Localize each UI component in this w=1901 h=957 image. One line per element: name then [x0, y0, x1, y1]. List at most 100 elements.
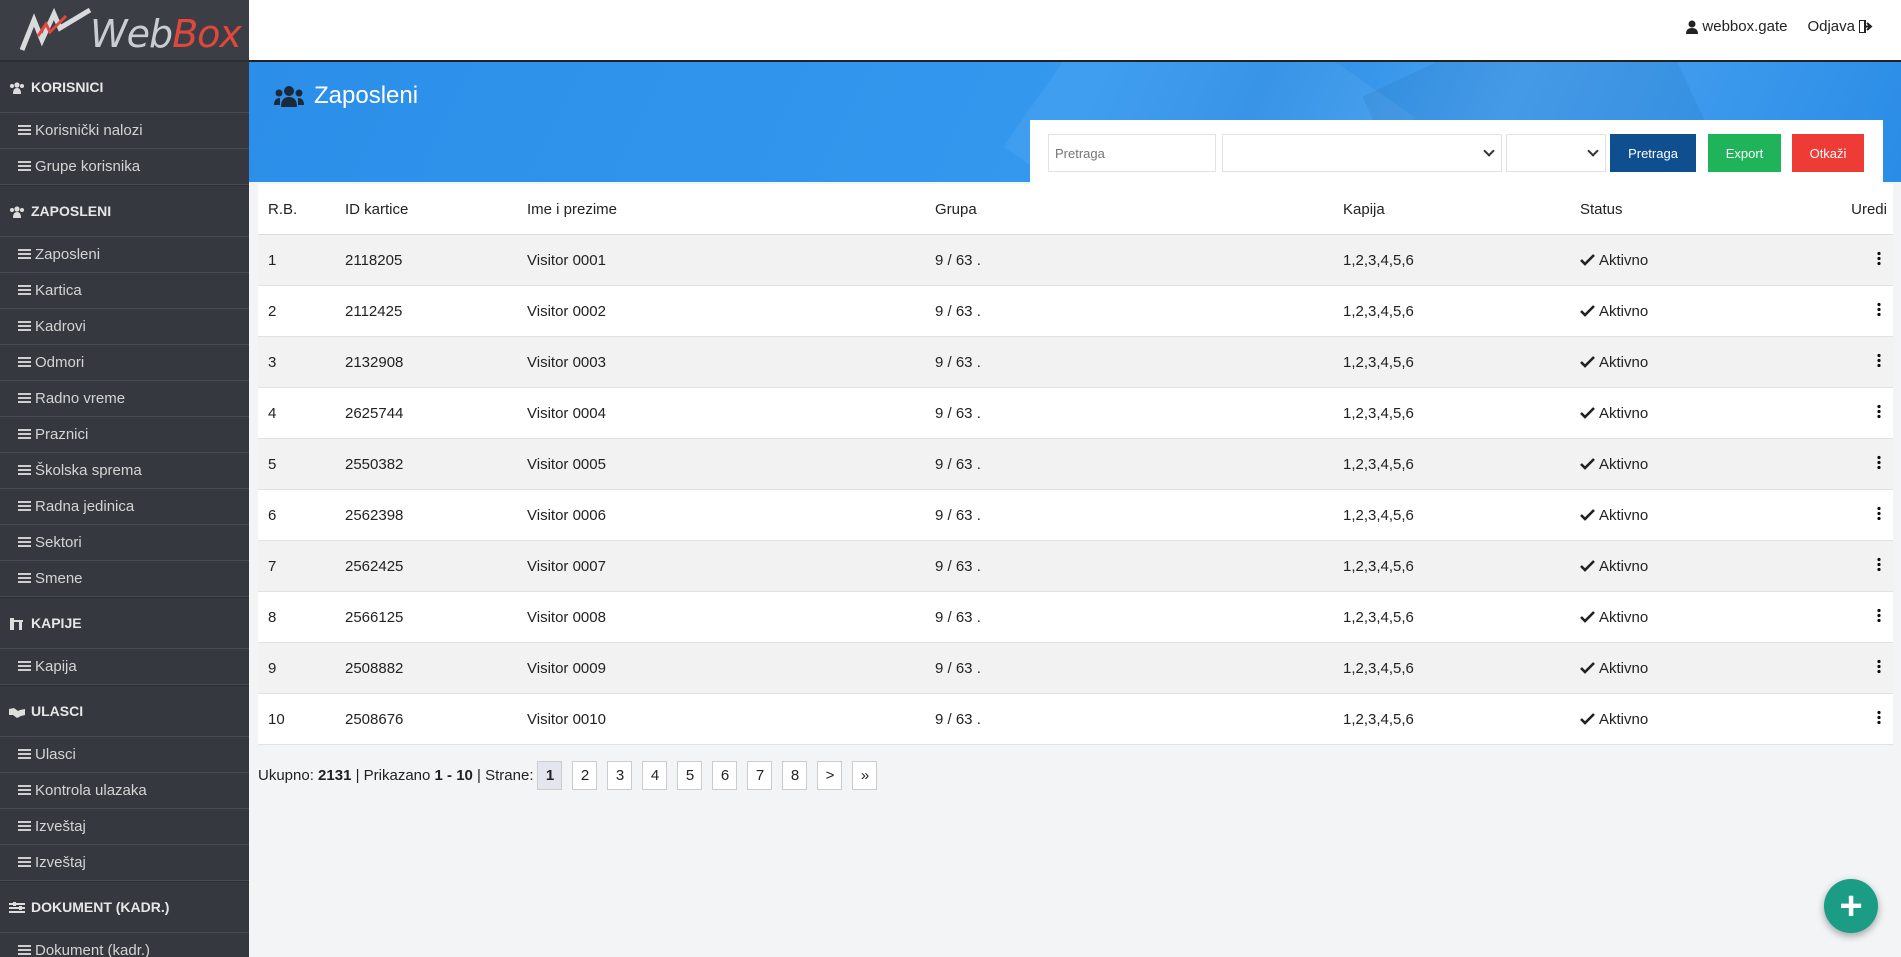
sidebar-item[interactable]: Korisnički nalozi — [0, 113, 249, 149]
logo[interactable]: WebBox — [0, 0, 249, 61]
add-employee-button[interactable]: + — [1824, 879, 1878, 933]
logout-link[interactable]: Odjava — [1807, 18, 1873, 35]
row-status: Aktivno — [1599, 353, 1649, 371]
row-status: Aktivno — [1599, 251, 1649, 269]
sidebar-item[interactable]: Sektori — [0, 525, 249, 561]
status-cell: Aktivno — [1579, 489, 1811, 541]
row-number: 3 — [258, 336, 344, 388]
more-options-icon[interactable] — [1877, 506, 1881, 520]
page-button[interactable]: 4 — [642, 761, 668, 790]
status-cell: Aktivno — [1579, 438, 1811, 490]
check-icon — [1580, 662, 1595, 674]
page-button[interactable]: 6 — [712, 761, 738, 790]
more-options-icon[interactable] — [1877, 659, 1881, 673]
sidebar-item[interactable]: Izveštaj — [0, 845, 249, 881]
page-button[interactable]: 8 — [782, 761, 808, 790]
sidebar-section-2[interactable]: KAPIJE — [0, 597, 249, 649]
row-card-id: 2625744 — [344, 387, 526, 439]
page-button[interactable]: 3 — [607, 761, 633, 790]
export-button[interactable]: Export — [1708, 134, 1781, 172]
status-cell: Aktivno — [1579, 591, 1811, 643]
sign-out-icon — [1859, 20, 1873, 33]
sidebar-item[interactable]: Kartica — [0, 273, 249, 309]
sidebar-item[interactable]: Zaposleni — [0, 237, 249, 273]
group-select[interactable] — [1222, 134, 1502, 172]
more-options-icon[interactable] — [1877, 404, 1881, 418]
sidebar-item[interactable]: Kontrola ulazaka — [0, 773, 249, 809]
sidebar-item[interactable]: Kadrovi — [0, 309, 249, 345]
sidebar-item[interactable]: Školska sprema — [0, 453, 249, 489]
more-options-icon[interactable] — [1877, 251, 1881, 265]
row-gate: 1,2,3,4,5,6 — [1342, 438, 1579, 490]
row-card-id: 2508882 — [344, 642, 526, 694]
sidebar-item-label: Radna jedinica — [35, 498, 135, 515]
sidebar-item[interactable]: Kapija — [0, 649, 249, 685]
row-status: Aktivno — [1599, 710, 1649, 728]
more-options-icon[interactable] — [1877, 557, 1881, 571]
sidebar-item[interactable]: Smene — [0, 561, 249, 597]
row-status: Aktivno — [1599, 557, 1649, 575]
search-input[interactable] — [1048, 134, 1216, 172]
sidebar-section-title: DOKUMENT (KADR.) — [31, 899, 170, 915]
sidebar-item-label: Kadrovi — [35, 318, 86, 335]
row-name: Visitor 0006 — [526, 489, 934, 541]
row-name: Visitor 0009 — [526, 642, 934, 694]
cancel-button[interactable]: Otkaži — [1792, 134, 1864, 172]
sidebar-item[interactable]: Ulasci — [0, 737, 249, 773]
row-group: 9 / 63 . — [934, 642, 1342, 694]
row-status: Aktivno — [1599, 659, 1649, 677]
more-options-icon[interactable] — [1877, 710, 1881, 724]
sidebar-item[interactable]: Praznici — [0, 417, 249, 453]
page-button[interactable]: 1 — [537, 761, 563, 790]
sidebar-section-1[interactable]: ZAPOSLENI — [0, 185, 249, 237]
sidebar-item[interactable]: Grupe korisnika — [0, 149, 249, 185]
status-select[interactable] — [1506, 134, 1606, 172]
row-group: 9 / 63 . — [934, 693, 1342, 745]
row-card-id: 2566125 — [344, 591, 526, 643]
row-name: Visitor 0007 — [526, 540, 934, 592]
page-button[interactable]: » — [852, 761, 878, 790]
row-group: 9 / 63 . — [934, 540, 1342, 592]
page-title-text: Zaposleni — [314, 82, 419, 109]
list-icon — [18, 321, 31, 332]
check-icon — [1580, 560, 1595, 572]
col-name: Ime i prezime — [526, 184, 934, 235]
logo-mark-icon — [20, 7, 92, 51]
user-menu[interactable]: webbox.gate — [1686, 18, 1787, 35]
shown-range: 1 - 10 — [434, 767, 473, 784]
col-status: Status — [1579, 184, 1811, 235]
list-icon — [18, 945, 31, 956]
list-icon — [18, 161, 31, 172]
more-options-icon[interactable] — [1877, 302, 1881, 316]
more-options-icon[interactable] — [1877, 608, 1881, 622]
sidebar-item[interactable]: Dokument (kadr.) — [0, 933, 249, 957]
page-button[interactable]: > — [817, 761, 843, 790]
filter-panel: Pretraga Export Otkaži — [1030, 120, 1883, 184]
sidebar-item[interactable]: Odmori — [0, 345, 249, 381]
row-gate: 1,2,3,4,5,6 — [1342, 591, 1579, 643]
check-icon — [1580, 509, 1595, 521]
row-name: Visitor 0002 — [526, 285, 934, 337]
page-button[interactable]: 5 — [677, 761, 703, 790]
more-options-icon[interactable] — [1877, 455, 1881, 469]
sidebar-section-3[interactable]: ULASCI — [0, 685, 249, 737]
sidebar-item-label: Izveštaj — [35, 818, 86, 835]
pages-label: | Strane: — [472, 767, 534, 784]
sidebar-section-4[interactable]: DOKUMENT (KADR.) — [0, 881, 249, 933]
top-bar: webbox.gate Odjava — [249, 0, 1901, 62]
row-actions — [1811, 540, 1893, 592]
page-button[interactable]: 7 — [747, 761, 773, 790]
more-options-icon[interactable] — [1877, 353, 1881, 367]
search-button[interactable]: Pretraga — [1610, 134, 1696, 172]
sidebar-section-0[interactable]: KORISNICI — [0, 61, 249, 113]
total-label: Ukupno: — [258, 767, 314, 784]
sidebar-item[interactable]: Radna jedinica — [0, 489, 249, 525]
sidebar-item-label: Kontrola ulazaka — [35, 782, 147, 799]
status-cell: Aktivno — [1579, 387, 1811, 439]
list-icon — [18, 357, 31, 368]
sidebar-item-label: Kartica — [35, 282, 82, 299]
sidebar-item[interactable]: Izveštaj — [0, 809, 249, 845]
sidebar-item[interactable]: Radno vreme — [0, 381, 249, 417]
page-button[interactable]: 2 — [572, 761, 598, 790]
row-number: 8 — [258, 591, 344, 643]
